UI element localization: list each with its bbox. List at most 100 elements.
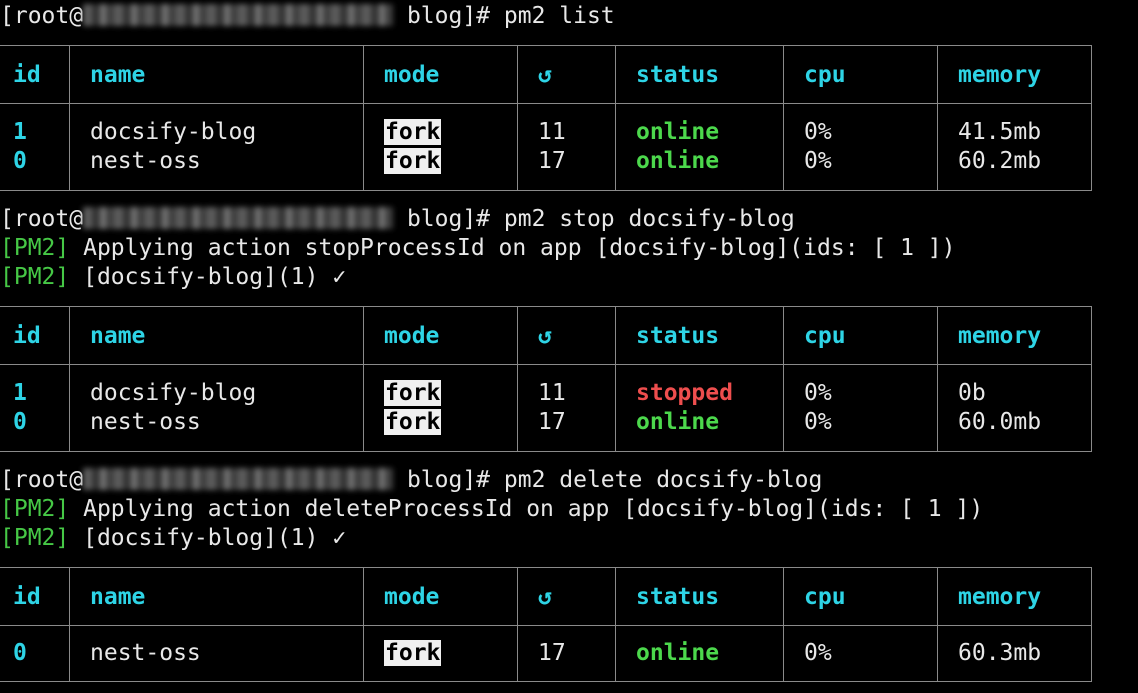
status-badge: online [636,409,720,435]
cpu-cell: 0% 0% [783,103,938,191]
restarts-cell: 11 17 [517,364,616,452]
header-memory: memory [937,45,1092,104]
prompt-suffix: blog]# [393,3,491,29]
header-cpu: cpu [783,45,938,104]
status-badge: online [636,119,720,145]
command-line-stop: [root@ blog]# pm2 stop docsify-blog [0,204,795,234]
header-cpu: cpu [783,567,938,626]
process-table-2: id name mode ↺ status cpu memory 10 docs… [0,306,1092,452]
name-cell: nest-oss [69,625,364,682]
output-text: [docsify-blog](1) ✓ [69,525,347,551]
process-id: 0 [13,640,27,666]
process-name: nest-oss [90,409,201,435]
cpu-value: 0% [804,640,832,666]
cpu-value: 0% [804,380,832,406]
command-line-delete: [root@ blog]# pm2 delete docsify-blog [0,465,822,495]
restart-count: 17 [538,148,566,174]
header-name: name [69,306,364,365]
memory-cell: 60.3mb [937,625,1092,682]
restart-count: 11 [538,380,566,406]
header-name: name [69,567,364,626]
table-row: 10 docsify-blog nest-oss fork fork 11 17 on… [0,103,1092,191]
header-memory: memory [937,567,1092,626]
table-row: 0 nest-oss fork 17 online 0% 60.3mb [0,625,1092,682]
name-cell: docsify-blog nest-oss [69,364,364,452]
redacted-hostname [83,4,394,26]
command-text: pm2 list [490,3,615,29]
command-text: pm2 delete docsify-blog [490,467,823,493]
redacted-hostname [83,207,394,229]
redacted-hostname [83,468,394,490]
pm2-tag: [PM2] [0,264,70,290]
header-id: id [0,567,70,626]
command-text: pm2 stop docsify-blog [490,206,795,232]
prompt-suffix: blog]# [393,206,491,232]
header-status: status [615,45,784,104]
process-name: docsify-blog [90,380,257,406]
mode-badge: fork [384,148,442,174]
id-cell: 0 [0,625,70,682]
process-id: 0 [13,409,27,435]
header-status: status [615,567,784,626]
restart-count: 17 [538,640,566,666]
header-restarts: ↺ [517,45,616,104]
memory-value: 60.2mb [958,148,1042,174]
output-line: [PM2] Applying action deleteProcessId on… [0,494,983,524]
output-line: [PM2] Applying action stopProcessId on a… [0,233,955,263]
mode-badge: fork [384,409,442,435]
restart-count: 17 [538,409,566,435]
cpu-cell: 0% [783,625,938,682]
header-restarts: ↺ [517,306,616,365]
header-name: name [69,45,364,104]
memory-cell: 0b 60.0mb [937,364,1092,452]
restarts-cell: 11 17 [517,103,616,191]
output-text: Applying action stopProcessId on app [do… [69,235,956,261]
mode-cell: fork [363,625,518,682]
status-badge: stopped [636,380,733,406]
command-line-list: [root@ blog]# pm2 list [0,1,615,31]
process-id: 1 [13,119,27,145]
pm2-tag: [PM2] [0,496,70,522]
output-text: Applying action deleteProcessId on app [… [69,496,984,522]
pm2-tag: [PM2] [0,525,70,551]
memory-value: 60.0mb [958,409,1042,435]
memory-cell: 41.5mb 60.2mb [937,103,1092,191]
id-cell: 10 [0,103,70,191]
output-line: [PM2] [docsify-blog](1) ✓ [0,523,346,553]
memory-value: 60.3mb [958,640,1042,666]
mode-badge: fork [384,119,442,145]
output-line: [PM2] [docsify-blog](1) ✓ [0,262,346,292]
table-header-row: id name mode ↺ status cpu memory [0,45,1092,104]
header-id: id [0,306,70,365]
process-table-3: id name mode ↺ status cpu memory 0 nest-… [0,567,1092,682]
process-table-1: id name mode ↺ status cpu memory 10 docs… [0,45,1092,191]
mode-cell: fork fork [363,103,518,191]
header-status: status [615,306,784,365]
process-name: nest-oss [90,148,201,174]
header-id: id [0,45,70,104]
status-cell: stopped online [615,364,784,452]
pm2-tag: [PM2] [0,235,70,261]
mode-badge: fork [384,640,442,666]
status-cell: online online [615,103,784,191]
restart-count: 11 [538,119,566,145]
cpu-cell: 0% 0% [783,364,938,452]
header-memory: memory [937,306,1092,365]
process-name: nest-oss [90,640,201,666]
id-cell: 10 [0,364,70,452]
cpu-value: 0% [804,148,832,174]
prompt-prefix: [root@ [0,206,84,232]
memory-value: 0b [958,380,986,406]
table-header-row: id name mode ↺ status cpu memory [0,306,1092,365]
cpu-value: 0% [804,119,832,145]
prompt-prefix: [root@ [0,3,84,29]
status-cell: online [615,625,784,682]
mode-cell: fork fork [363,364,518,452]
status-badge: online [636,148,720,174]
cpu-value: 0% [804,409,832,435]
header-mode: mode [363,45,518,104]
memory-value: 41.5mb [958,119,1042,145]
header-mode: mode [363,306,518,365]
prompt-suffix: blog]# [393,467,491,493]
header-restarts: ↺ [517,567,616,626]
